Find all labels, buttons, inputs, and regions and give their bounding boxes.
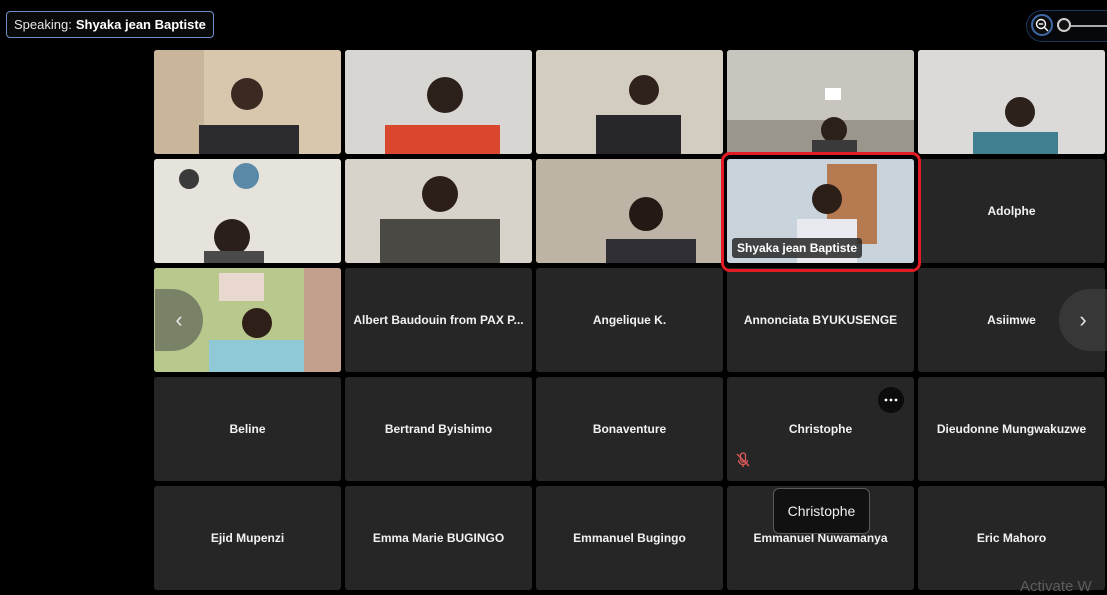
participant-name: Emma Marie BUGINGO [372,531,505,545]
participant-name: Albert Baudouin from PAX P... [353,313,524,327]
participant-name: Emmanuel Bugingo [573,531,686,545]
participant-name: Eric Mahoro [976,531,1047,545]
participant-tile[interactable]: Emmanuel Bugingo [536,486,723,590]
active-speaker-tile[interactable]: Shyaka jean Baptiste [727,159,914,263]
participant-name: Bonaventure [592,422,667,436]
participant-name: Angelique K. [592,313,667,327]
participant-name: Ejid Mupenzi [210,531,285,545]
participant-name: Annonciata BYUKUSENGE [743,313,898,327]
video-tile[interactable] [345,50,532,154]
video-tile[interactable] [918,50,1105,154]
video-tile[interactable] [345,159,532,263]
activation-watermark: Activate W [1020,578,1092,595]
participant-tile[interactable]: Dieudonne Mungwakuzwe [918,377,1105,481]
participant-name: Adolphe [987,204,1036,218]
video-tile[interactable] [536,159,723,263]
participant-tile[interactable]: Albert Baudouin from PAX P... [345,268,532,372]
more-options-icon[interactable] [878,387,904,413]
zoom-control[interactable] [1026,10,1107,42]
participant-tile[interactable]: Ejid Mupenzi [154,486,341,590]
participant-tile[interactable]: Adolphe [918,159,1105,263]
participant-tile[interactable]: Beline [154,377,341,481]
participant-tooltip: Christophe [773,488,870,534]
participant-name: Asiimwe [987,313,1036,327]
participant-name: Dieudonne Mungwakuzwe [936,422,1087,436]
active-speaker-name-label: Shyaka jean Baptiste [732,238,863,258]
participant-tile[interactable]: Eric Mahoro [918,486,1105,590]
participant-name: Beline [229,422,266,436]
participant-tile[interactable]: Emma Marie BUGINGO [345,486,532,590]
speaking-indicator: Speaking: Shyaka jean Baptiste [6,11,214,38]
video-tile[interactable] [536,50,723,154]
participant-name: Christophe [788,422,853,436]
speaking-label: Speaking: [14,17,72,32]
video-tile[interactable] [154,50,341,154]
zoom-out-icon[interactable] [1031,14,1053,36]
mic-muted-icon [736,452,750,473]
participant-tile[interactable]: Christophe [727,377,914,481]
participant-tile[interactable]: Angelique K. [536,268,723,372]
video-tile[interactable] [727,50,914,154]
video-tile[interactable] [154,159,341,263]
participant-name: Bertrand Byishimo [384,422,493,436]
participant-tile[interactable]: Bonaventure [536,377,723,481]
participant-grid: Shyaka jean Baptiste Adolphe Albert Baud… [154,50,1107,590]
participant-tile[interactable]: Annonciata BYUKUSENGE [727,268,914,372]
participant-tile[interactable]: Bertrand Byishimo [345,377,532,481]
zoom-slider-knob[interactable] [1057,18,1071,32]
speaking-name: Shyaka jean Baptiste [75,17,206,32]
